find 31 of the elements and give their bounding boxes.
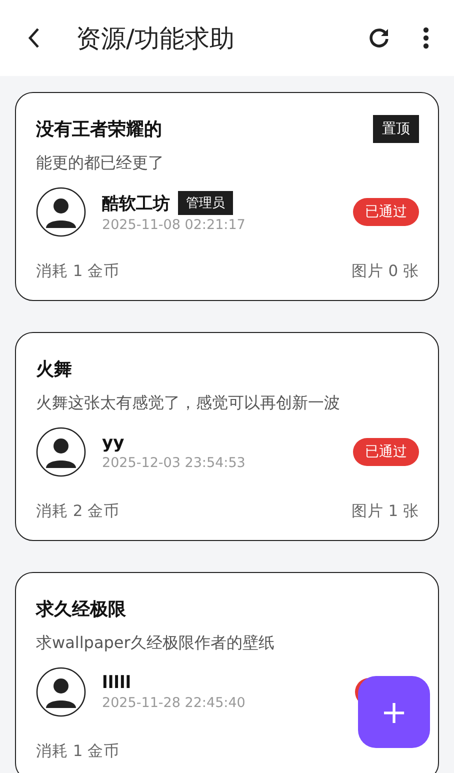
page-title: 资源/功能求助 [76,22,236,54]
post-title: 火舞 [36,358,72,381]
post-title: 没有王者荣耀的 [36,118,162,141]
post-title: 求久经极限 [36,598,126,621]
post-description: 火舞这张太有感觉了，感觉可以再创新一波 [36,393,341,414]
post-description: 能更的都已经更了 [36,153,165,174]
post-time: 2025-11-28 22:45:40 [102,695,246,711]
post-description: 求wallpaper久经极限作者的壁纸 [36,633,276,654]
post-time: 2025-11-08 02:21:17 [102,217,246,233]
avatar-icon [36,187,86,237]
status-badge: 已通过 [353,198,419,226]
status-badge: 已通过 [353,438,419,466]
image-count: 图片 1 张 [351,501,419,522]
more-icon[interactable] [423,27,429,49]
add-button[interactable]: + [358,676,430,748]
coin-cost: 消耗 1 金币 [36,261,120,282]
post-card[interactable]: 没有王者荣耀的 置顶 能更的都已经更了 酷软工坊 管理员 2025-11-08 02:21:17 已通过 消耗 1 金币 图片 0 张 [15,92,439,301]
image-count: 图片 0 张 [351,261,419,282]
author-name: 酷软工坊 [102,192,170,214]
author-name: yy [102,433,124,453]
author-name: lllll [102,673,132,693]
avatar-icon [36,667,86,717]
pinned-tag: 置顶 [373,115,419,143]
coin-cost: 消耗 1 金币 [36,741,120,762]
avatar-icon [36,427,86,477]
post-time: 2025-12-03 23:54:53 [102,455,246,471]
post-card[interactable]: 火舞 火舞这张太有感觉了，感觉可以再创新一波 yy 2025-12-03 23:54:53 已通过 消耗 2 金币 图片 1 张 [15,332,439,541]
back-icon[interactable] [27,27,41,49]
refresh-icon[interactable] [367,26,391,50]
coin-cost: 消耗 2 金币 [36,501,120,522]
role-tag: 管理员 [178,191,233,215]
